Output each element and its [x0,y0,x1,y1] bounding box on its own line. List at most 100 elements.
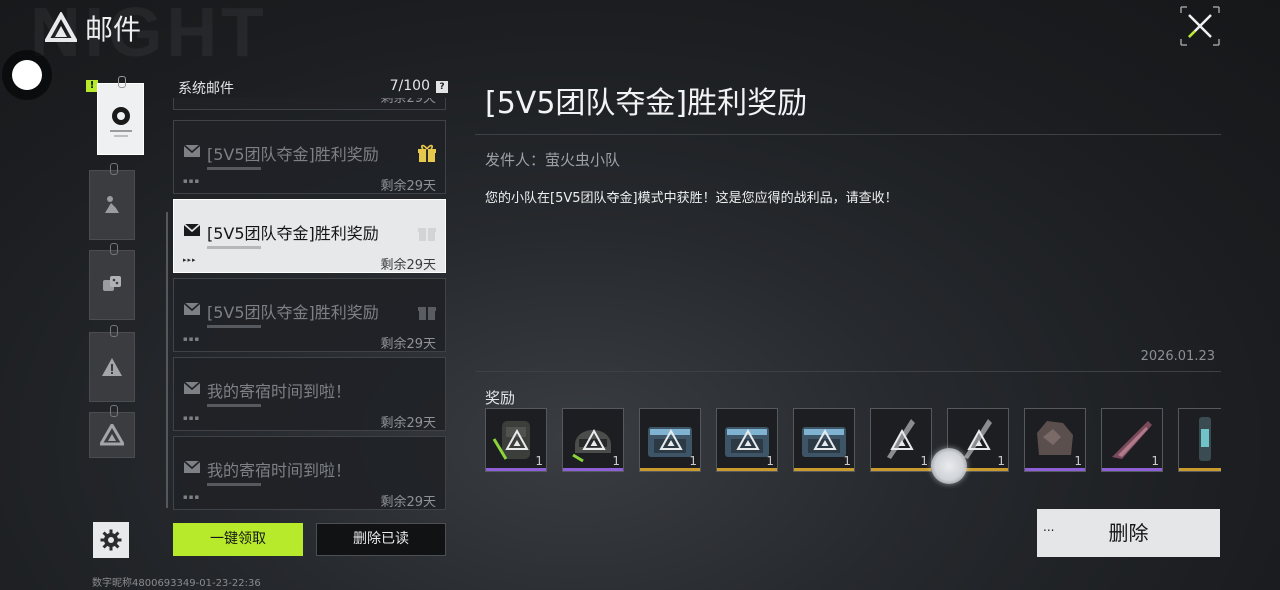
gift-icon [418,228,436,241]
gift-icon [418,144,436,162]
mail-list[interactable]: 剩余29天 [5V5团队夺金]胜利奖励 ▪▪▪ 剩余29天 [5V5团队夺金]胜… [173,98,447,512]
mail-remaining-days: 剩余29天 [380,98,436,106]
reward-qty: 1 [997,454,1005,468]
crystal-shard-icon [1112,421,1152,459]
reward-item[interactable]: 1 [716,408,778,472]
claim-all-button[interactable]: 一键领取 [173,523,303,556]
mail-tag-dots: ▸▸▸ [183,256,197,264]
floating-assist-button[interactable] [2,50,52,100]
title-divider [475,134,1221,135]
mail-subject: [5V5团队夺金]胜利奖励 [207,145,379,164]
mail-tag-dots: ▪▪▪ [183,177,201,185]
rarity-bar [717,468,777,471]
rarity-bar [486,468,546,471]
mail-subject: 我的寄宿时间到啦！ [207,382,352,401]
triangle-mark-icon [967,429,991,450]
reward-item[interactable]: 1 [1101,408,1163,472]
canister-icon [1199,417,1211,461]
delete-button-label: 删除 [1108,521,1149,545]
reward-list[interactable]: 1 1 1 1 1 1 1 1 1 [485,408,1221,472]
close-icon [1180,6,1220,46]
gear-icon [100,529,122,551]
reward-qty: 1 [843,454,851,468]
reward-divider [475,371,1221,372]
mail-item[interactable]: 我的寄宿时间到啦！ ▪▪▪ 剩余29天 [173,436,446,510]
reward-item[interactable]: 1 [793,408,855,472]
reward-item[interactable]: 1 [1024,408,1086,472]
mail-subline [207,325,261,328]
reward-qty: 1 [920,454,928,468]
rail-tab-5[interactable] [89,405,135,458]
mail-item[interactable]: [5V5团队夺金]胜利奖励 ▪▪▪ 剩余29天 [173,278,446,352]
reward-qty: 1 [1074,454,1082,468]
figure-icon [105,196,119,213]
settings-button[interactable] [93,522,129,558]
mail-category-label: 系统邮件 [178,81,234,97]
mail-remaining-days: 剩余29天 [380,337,436,352]
triangle-mark-icon [659,429,683,450]
mail-tag-dots: ▪▪▪ [183,414,201,422]
reward-item[interactable]: 1 [485,408,547,472]
warning-icon [102,358,122,376]
rarity-bar [640,468,700,471]
mail-sender: 发件人：萤火虫小队 [485,151,621,169]
envelope-icon [184,461,200,473]
envelope-icon [184,145,200,157]
envelope-icon [184,382,200,394]
mail-remaining-days: 剩余29天 [380,258,436,273]
mail-subline [207,483,261,486]
reward-item[interactable]: 1 [639,408,701,472]
mail-list-scrollbar[interactable] [166,212,168,508]
mail-item-selected[interactable]: [5V5团队夺金]胜利奖励 ▸▸▸ 剩余29天 [173,199,446,273]
page-header: 邮件 [45,8,141,48]
reward-item[interactable]: 1 [870,408,932,472]
mail-subline [207,404,261,407]
help-icon[interactable]: ? [436,81,448,93]
rail-tab-system-mail[interactable] [97,76,144,155]
ore-icon [1037,421,1073,455]
reward-qty: 1 [689,454,697,468]
envelope-icon [184,303,200,315]
rarity-bar [1179,468,1221,471]
close-button[interactable] [1180,6,1220,46]
triangle-mark-icon [505,429,529,450]
logo-icon [100,424,124,446]
mail-item[interactable]: [5V5团队夺金]胜利奖励 ▪▪▪ 剩余29天 [173,120,446,194]
rarity-bar [563,468,623,471]
triangle-mark-icon [813,429,837,450]
mail-subject: 我的寄宿时间到啦！ [207,461,352,480]
reward-qty: 1 [766,454,774,468]
rarity-bar [871,468,931,471]
triangle-mark-icon [736,429,760,450]
rarity-bar [1025,468,1085,471]
mail-tag-dots: ▪▪▪ [183,335,201,343]
mail-date: 2026.01.23 [1140,349,1215,364]
rail-tab-3[interactable] [89,243,135,320]
reward-item[interactable]: 1 [562,408,624,472]
rail-tab-2[interactable] [89,163,135,240]
game-logo-icon [45,12,77,42]
touch-indicator [931,448,967,484]
dice-icon [103,276,121,291]
mail-tag-dots: ▪▪▪ [183,493,201,501]
mail-item-partial[interactable]: 剩余29天 [173,98,446,110]
rarity-bar [1102,468,1162,471]
mail-subline [207,167,261,170]
gift-icon [418,307,436,320]
triangle-mark-icon [582,429,606,450]
mail-remaining-days: 剩余29天 [380,495,436,510]
reward-label: 奖励 [485,389,516,407]
reward-item[interactable]: 1 [1178,408,1221,472]
envelope-icon [184,224,200,236]
rarity-bar [794,468,854,471]
mail-remaining-days: 剩余29天 [380,179,436,194]
mail-subject: [5V5团队夺金]胜利奖励 [207,224,379,243]
delete-read-button[interactable]: 删除已读 [316,523,446,556]
player-id-watermark: 数字昵称4800693349-01-23-22:36 [92,578,261,589]
mail-item[interactable]: 我的寄宿时间到啦！ ▪▪▪ 剩余29天 [173,357,446,431]
mail-count: 7/100 [389,78,430,94]
rail-tab-4[interactable] [89,325,135,402]
delete-button[interactable]: ... 删除 [1037,509,1220,557]
mail-subline [207,246,261,249]
mail-subject: [5V5团队夺金]胜利奖励 [207,303,379,322]
